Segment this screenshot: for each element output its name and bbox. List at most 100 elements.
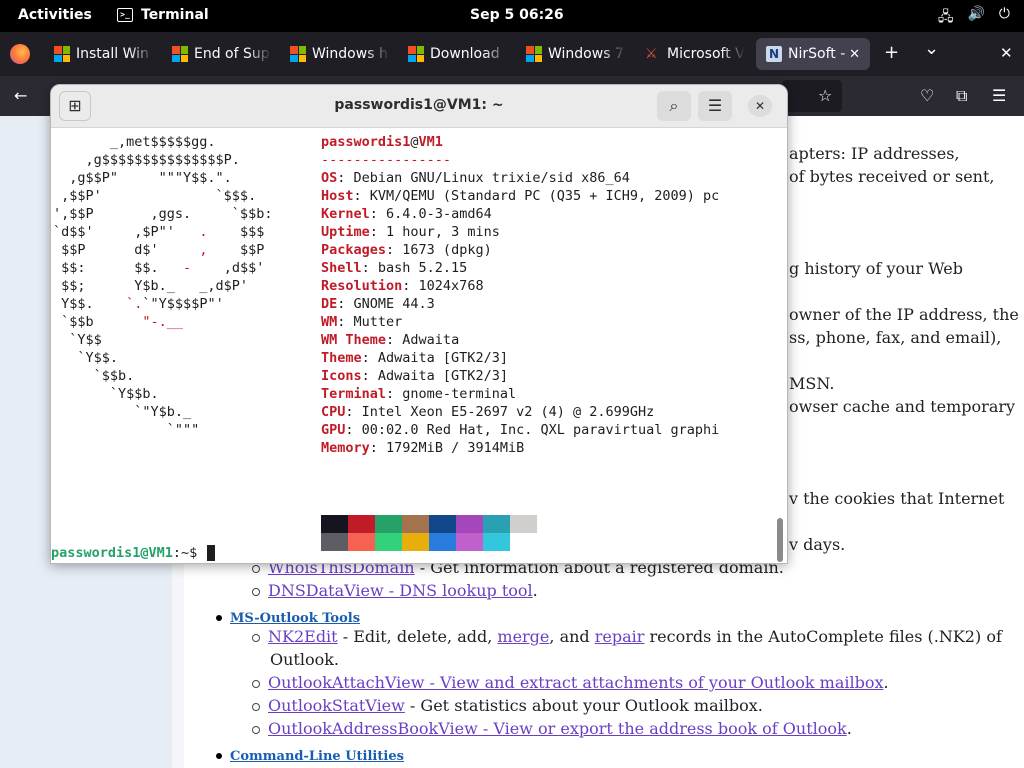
outlookaddressbookview-link[interactable]: OutlookAddressBookView - View or export … bbox=[268, 719, 847, 738]
system-tray[interactable]: 🖧 🔊 ⏻ bbox=[938, 6, 1010, 30]
palette-swatch bbox=[321, 533, 348, 551]
close-window-button[interactable]: ✕ bbox=[1000, 44, 1013, 62]
tab-microsoft[interactable]: ⚔ Microsoft V bbox=[645, 38, 745, 70]
page-text: Outlook. bbox=[270, 650, 340, 669]
palette-swatch bbox=[375, 533, 402, 551]
nk2edit-link[interactable]: NK2Edit bbox=[268, 627, 338, 646]
app-menu-terminal[interactable]: >_ Terminal bbox=[117, 7, 209, 23]
activities-button[interactable]: Activities bbox=[18, 7, 92, 23]
page-text: v days. bbox=[789, 535, 846, 554]
list-item: DNSDataView - DNS lookup tool. bbox=[252, 581, 538, 600]
tab-windows-h[interactable]: Windows h bbox=[290, 38, 390, 70]
nirsoft-icon: N bbox=[766, 46, 782, 62]
back-arrow-icon[interactable]: ← bbox=[14, 86, 27, 105]
page-text: MSN. bbox=[789, 374, 835, 393]
info-row: Memory: 1792MiB / 3914MiB bbox=[321, 440, 525, 456]
palette-swatch bbox=[402, 533, 429, 551]
palette-swatch bbox=[456, 533, 483, 551]
terminal-header-bar: ⊞ passwordis1@VM1: ~ ⌕ ☰ ✕ bbox=[51, 85, 787, 128]
prompt-tail: :~$ bbox=[172, 545, 206, 561]
separator-line: ---------------- bbox=[321, 152, 452, 168]
palette-swatch bbox=[483, 533, 510, 551]
info-row: Uptime: 1 hour, 3 mins bbox=[321, 224, 500, 240]
palette-swatch bbox=[375, 515, 402, 533]
info-row: WM Theme: Adwaita bbox=[321, 332, 460, 348]
user-host-line: passwordis1@VM1 bbox=[321, 134, 443, 150]
info-row: Theme: Adwaita [GTK2/3] bbox=[321, 350, 508, 366]
windows-icon bbox=[172, 46, 188, 62]
page-text: g history of your Web bbox=[789, 259, 963, 278]
debian-ascii-logo: _,met$$$$$gg. ,g$$$$$$$$$$$$$$$P. ,g$$P"… bbox=[53, 134, 273, 438]
merge-link[interactable]: merge bbox=[497, 627, 549, 646]
outlookattachview-link[interactable]: OutlookAttachView - View and extract att… bbox=[268, 673, 883, 692]
new-tab-button[interactable]: + bbox=[884, 42, 899, 63]
ms-outlook-tools-link[interactable]: MS-Outlook Tools bbox=[230, 611, 360, 626]
tab-windows-7[interactable]: Windows 7 bbox=[526, 38, 626, 70]
text-cursor bbox=[207, 545, 216, 561]
info-row: Kernel: 6.4.0-3-amd64 bbox=[321, 206, 492, 222]
palette-swatch bbox=[483, 515, 510, 533]
url-bar[interactable] bbox=[782, 80, 842, 112]
info-row: Resolution: 1024x768 bbox=[321, 278, 484, 294]
tab-label: NirSoft - bbox=[788, 46, 846, 62]
gnome-top-bar: Activities >_ Terminal Sep 5 06:26 🖧 🔊 ⏻ bbox=[0, 0, 1024, 32]
page-text: owner of the IP address, the bbox=[789, 305, 1019, 324]
firefox-menu-icon[interactable] bbox=[10, 44, 30, 64]
extensions-icon[interactable]: ⧉ bbox=[956, 86, 967, 106]
bookmark-star-icon[interactable]: ☆ bbox=[818, 86, 832, 105]
terminal-icon: >_ bbox=[117, 8, 133, 22]
info-row: WM: Mutter bbox=[321, 314, 403, 330]
palette-swatch bbox=[456, 515, 483, 533]
hamburger-menu-icon[interactable]: ☰ bbox=[992, 86, 1006, 105]
tab-install-windows[interactable]: Install Win bbox=[54, 38, 154, 70]
color-palette bbox=[321, 515, 537, 551]
network-icon[interactable]: 🖧 bbox=[938, 6, 954, 30]
volume-icon[interactable]: 🔊 bbox=[967, 6, 984, 30]
search-icon[interactable]: ⌕ bbox=[657, 91, 691, 121]
windows-icon bbox=[408, 46, 424, 62]
palette-swatch bbox=[429, 515, 456, 533]
info-row: Host: KVM/QEMU (Standard PC (Q35 + ICH9,… bbox=[321, 188, 720, 204]
pocket-icon[interactable]: ♡ bbox=[920, 86, 934, 105]
windows-icon bbox=[290, 46, 306, 62]
palette-swatch bbox=[321, 515, 348, 533]
shell-prompt[interactable]: passwordis1@VM1:~$ bbox=[51, 544, 216, 562]
app-menu-label: Terminal bbox=[141, 7, 209, 23]
tab-end-of-support[interactable]: End of Sup bbox=[172, 38, 272, 70]
list-all-tabs-button[interactable]: ⌄ bbox=[924, 38, 939, 59]
dnsdataview-link[interactable]: DNSDataView - DNS lookup tool bbox=[268, 581, 533, 600]
list-item: OutlookAttachView - View and extract att… bbox=[252, 673, 889, 692]
tab-close-icon[interactable]: ✕ bbox=[849, 47, 860, 62]
clock[interactable]: Sep 5 06:26 bbox=[470, 7, 564, 23]
info-row: Shell: bash 5.2.15 bbox=[321, 260, 468, 276]
hamburger-menu-icon[interactable]: ☰ bbox=[698, 91, 732, 121]
terminal-output[interactable]: _,met$$$$$gg. ,g$$$$$$$$$$$$$$$P. ,g$$P"… bbox=[51, 128, 787, 563]
page-text: v the cookies that Internet bbox=[789, 489, 1005, 508]
info-row: Packages: 1673 (dpkg) bbox=[321, 242, 492, 258]
windows-icon bbox=[526, 46, 542, 62]
palette-swatch bbox=[510, 515, 537, 533]
page-text: apters: IP addresses, bbox=[789, 144, 960, 163]
tab-download[interactable]: Download bbox=[408, 38, 508, 70]
palette-swatch bbox=[429, 533, 456, 551]
browser-tab-strip: Install Win End of Sup Windows h Downloa… bbox=[0, 32, 1024, 76]
close-icon[interactable]: ✕ bbox=[748, 95, 772, 117]
info-row: CPU: Intel Xeon E5-2697 v2 (4) @ 2.699GH… bbox=[321, 404, 655, 420]
windows-icon bbox=[54, 46, 70, 62]
info-row: DE: GNOME 44.3 bbox=[321, 296, 435, 312]
list-item: NK2Edit - Edit, delete, add, merge, and … bbox=[252, 627, 1002, 646]
page-text: of bytes received or sent, bbox=[789, 167, 995, 186]
page-text: owser cache and temporary bbox=[789, 397, 1016, 416]
info-row: Terminal: gnome-terminal bbox=[321, 386, 517, 402]
terminal-scrollbar[interactable] bbox=[777, 518, 783, 562]
command-line-utilities-link[interactable]: Command-Line Utilities bbox=[230, 749, 404, 764]
info-row: OS: Debian GNU/Linux trixie/sid x86_64 bbox=[321, 170, 630, 186]
list-item: OutlookAddressBookView - View or export … bbox=[252, 719, 852, 738]
repair-link[interactable]: repair bbox=[595, 627, 645, 646]
system-info: passwordis1@VM1 ---------------- OS: Deb… bbox=[321, 133, 719, 457]
palette-swatch bbox=[348, 515, 375, 533]
tab-nirsoft[interactable]: N NirSoft - ✕ bbox=[756, 38, 870, 70]
prompt-user: passwordis1@VM1 bbox=[51, 545, 173, 561]
power-icon[interactable]: ⏻ bbox=[999, 6, 1010, 30]
outlookstatview-link[interactable]: OutlookStatView bbox=[268, 696, 405, 715]
